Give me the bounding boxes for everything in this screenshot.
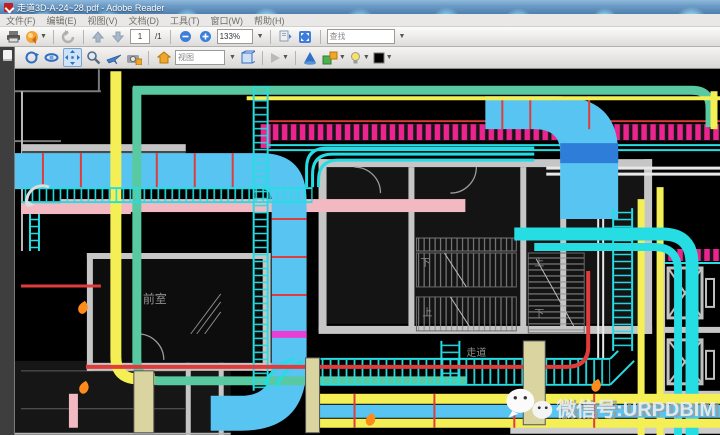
zoom-in-button[interactable]: [197, 28, 214, 45]
pan-tool-icon: [65, 50, 80, 65]
camera-tool-icon: [126, 51, 142, 65]
light-caret-icon: ▼: [363, 54, 370, 61]
find-input[interactable]: [327, 29, 395, 44]
3d-toolbar: 视图 ▼ ▼: [15, 47, 720, 69]
watermark-text: 微信号:URPDBIM: [555, 397, 716, 421]
menu-edit[interactable]: 编辑(E): [47, 14, 77, 27]
previous-page-button[interactable]: [90, 28, 107, 45]
toolbar-separator: [295, 51, 296, 65]
print-button[interactable]: [5, 28, 22, 45]
page-total-label: /1: [155, 32, 162, 41]
render-mode-icon: [240, 50, 255, 65]
light-settings-button[interactable]: ▼: [349, 49, 370, 66]
export-caret-icon: ▼: [40, 33, 47, 40]
main-area: 视图 ▼ ▼: [0, 47, 720, 435]
model-tree-icon: [322, 51, 338, 65]
views-combo[interactable]: 视图: [175, 50, 225, 65]
fullscreen-icon: [298, 30, 312, 44]
page-down-icon: [112, 31, 124, 43]
pan-tool-button[interactable]: [63, 48, 82, 67]
camera-tool-button[interactable]: [125, 49, 142, 66]
label-up-2: 上: [534, 257, 544, 269]
main-toolbar: ▼ /1: [0, 27, 720, 47]
toolbar-separator: [83, 30, 84, 44]
zoom-caret-icon: ▼: [257, 33, 264, 40]
zoom-tool-button[interactable]: [85, 49, 102, 66]
play-animation-button[interactable]: ▼: [269, 49, 289, 66]
label-down-1: 下: [420, 258, 430, 269]
spin-tool-button[interactable]: [43, 49, 60, 66]
light-settings-icon: [349, 51, 362, 64]
3d-viewport[interactable]: 前室 走道 下 上 上 下 微信号:URPDBIM: [15, 69, 720, 435]
label-front-room: 前室: [143, 291, 167, 306]
scroll-mode-icon: [278, 30, 292, 43]
title-bar[interactable]: 走道3D-A-24~28.pdf - Adobe Reader: [0, 0, 720, 14]
play-animation-icon: [269, 52, 281, 64]
zoom-out-button[interactable]: [177, 28, 194, 45]
fullscreen-button[interactable]: [297, 28, 314, 45]
zoom-in-icon: [199, 30, 212, 43]
toolbar-separator: [170, 30, 171, 44]
adobe-reader-window: 走道3D-A-24~28.pdf - Adobe Reader 文件(F) 编辑…: [0, 0, 720, 435]
next-page-button[interactable]: [110, 28, 127, 45]
menu-tools[interactable]: 工具(T): [170, 14, 200, 27]
model-tree-button[interactable]: ▼: [322, 49, 346, 66]
zoom-out-icon: [179, 30, 192, 43]
zoom-level-value: 133%: [220, 32, 240, 41]
menu-window[interactable]: 窗口(W): [211, 14, 244, 27]
menu-view[interactable]: 视图(V): [88, 14, 118, 27]
window-title: 走道3D-A-24~28.pdf - Adobe Reader: [17, 1, 164, 14]
bg-color-caret-icon: ▼: [386, 54, 393, 61]
cross-section-icon: [303, 51, 317, 65]
toolbar-separator: [320, 30, 321, 44]
menu-file[interactable]: 文件(F): [6, 14, 36, 27]
render-mode-button[interactable]: [239, 49, 256, 66]
rotate-tool-icon: [24, 50, 39, 65]
rotate-tool-button[interactable]: [23, 49, 40, 66]
export-button[interactable]: ▼: [25, 28, 47, 45]
label-down-2: 下: [534, 309, 544, 320]
label-corridor: 走道: [466, 346, 486, 359]
3d-canvas[interactable]: 前室 走道 下 上 上 下 微信号:URPDBIM: [15, 69, 720, 435]
play-caret-icon: ▼: [282, 54, 289, 61]
menu-bar: 文件(F) 编辑(E) 视图(V) 文档(D) 工具(T) 窗口(W) 帮助(H…: [0, 14, 720, 27]
views-caret-icon: ▼: [229, 54, 236, 61]
toolbar-separator: [270, 30, 271, 44]
fly-tool-button[interactable]: [105, 49, 122, 66]
menu-document[interactable]: 文档(D): [129, 14, 160, 27]
default-view-button[interactable]: [155, 49, 172, 66]
find-caret-icon: ▼: [399, 33, 406, 40]
fly-tool-icon: [106, 51, 122, 65]
pdf-app-icon: [4, 3, 13, 12]
toolbar-separator: [53, 30, 54, 44]
cross-section-button[interactable]: [302, 49, 319, 66]
previous-view-button[interactable]: [60, 28, 77, 45]
views-combo-value: 视图: [178, 52, 194, 63]
home-view-icon: [157, 51, 171, 64]
model-tree-caret-icon: ▼: [339, 54, 346, 61]
scroll-mode-button[interactable]: [277, 28, 294, 45]
spin-tool-icon: [44, 50, 59, 65]
navigation-pane-strip[interactable]: [0, 47, 15, 435]
label-up-1: 上: [422, 307, 432, 319]
zoom-level-select[interactable]: 133%: [217, 29, 253, 44]
export-icon: [25, 30, 39, 44]
page-up-icon: [92, 31, 104, 43]
page-thumbnails-icon[interactable]: [3, 50, 12, 61]
print-icon: [6, 30, 21, 43]
toolbar-separator: [262, 51, 263, 65]
previous-view-icon: [61, 30, 76, 44]
zoom-tool-icon: [86, 50, 101, 65]
menu-help[interactable]: 帮助(H): [254, 14, 285, 27]
background-color-button[interactable]: ▼: [373, 49, 393, 66]
page-number-input[interactable]: [130, 29, 150, 44]
background-color-icon: [373, 52, 385, 64]
toolbar-separator: [148, 51, 149, 65]
